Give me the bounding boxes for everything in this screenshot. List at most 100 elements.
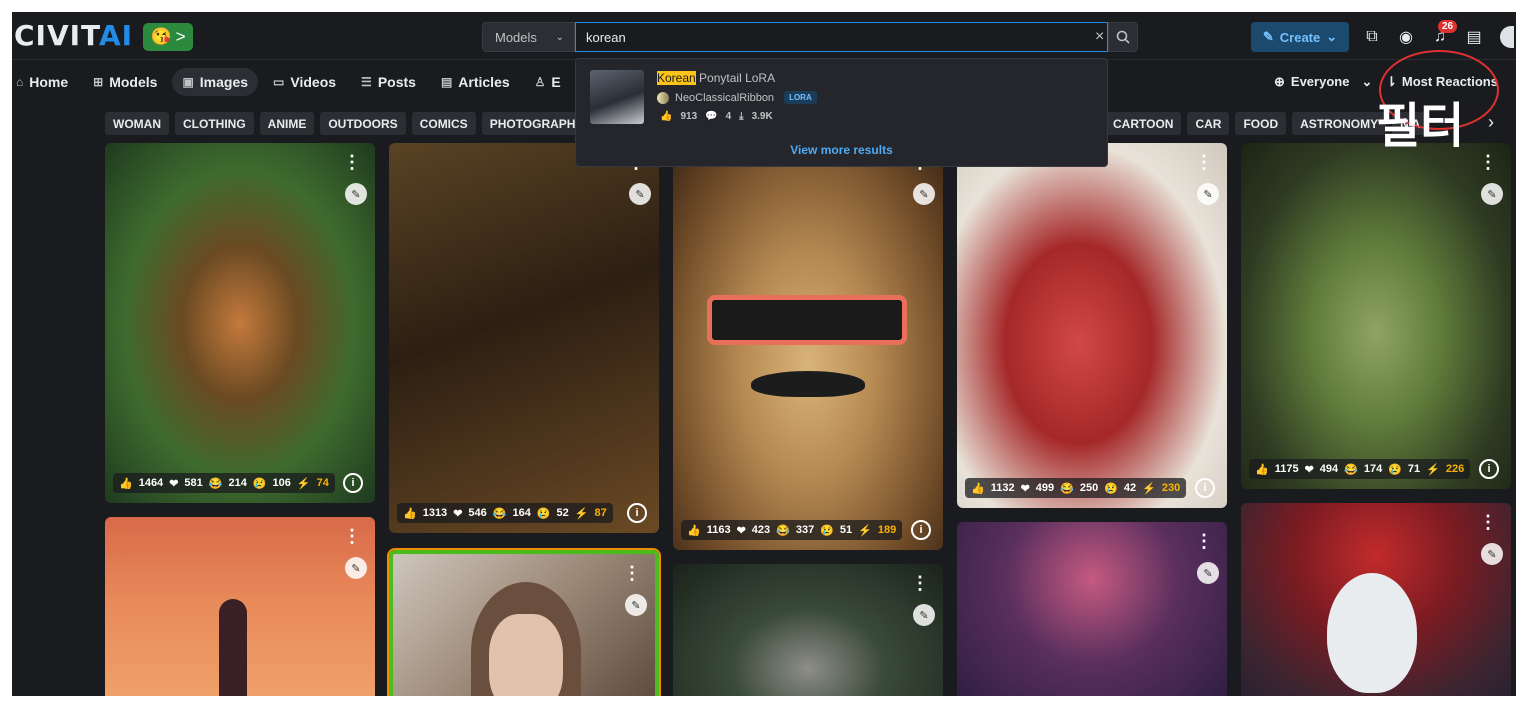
clear-search-icon[interactable]: × [1095, 28, 1104, 46]
search-input[interactable] [575, 22, 1108, 52]
result-title[interactable]: Korean Ponytail LoRA [657, 71, 775, 85]
civitai-logo[interactable]: CIVITAI [14, 21, 133, 51]
remix-icon[interactable]: ✎ [345, 183, 367, 205]
tag-chip[interactable]: FOOD [1235, 112, 1287, 135]
more-options-icon[interactable]: ⋮ [1479, 513, 1497, 531]
like-icon: 👍 [119, 477, 133, 490]
face-emoji-icon: 😘 [150, 27, 172, 46]
tag-chip[interactable]: OUTDOORS [320, 112, 406, 135]
remix-icon[interactable]: ✎ [1197, 562, 1219, 584]
result-thumbnail[interactable] [590, 70, 644, 124]
search-type-select[interactable]: Models ⌄ [482, 22, 575, 52]
remix-icon[interactable]: ✎ [913, 183, 935, 205]
avatar[interactable] [1500, 26, 1514, 48]
tag-chip[interactable]: ANIME [259, 112, 315, 135]
remix-icon[interactable]: ✎ [1481, 183, 1503, 205]
remix-icon[interactable]: ✎ [345, 557, 367, 579]
reaction-bar: 👍 1313 ❤ 546 😂 164 😢 52 ⚡ 87 [397, 503, 613, 523]
buzz-icon: ⚡ [858, 524, 872, 537]
chat-icon[interactable]: ▤ [1463, 26, 1485, 48]
like-icon: 👍 [971, 482, 985, 495]
info-icon[interactable]: i [1195, 478, 1215, 498]
generate-screen-icon[interactable]: ⧉ [1361, 26, 1383, 48]
reaction-bar: 👍 1464 ❤ 581 😂 214 😢 106 ⚡ 74 [113, 473, 335, 493]
tag-chip[interactable]: CLOTHING [175, 112, 254, 135]
image-card-kimono[interactable]: ⋮ ✎ 👍1313 ❤546 😂164 😢52 ⚡87 i [389, 143, 659, 533]
view-more-results-link[interactable]: View more results [576, 143, 1107, 157]
eye-icon[interactable]: ◉ [1395, 26, 1417, 48]
buzz-icon: ⚡ [296, 477, 311, 490]
nav-models[interactable]: ⊞ Models [83, 68, 167, 96]
buzz-icon: ⚡ [1426, 463, 1440, 476]
create-button[interactable]: ✎ Create ⌄ [1251, 22, 1349, 52]
image-card-seagull[interactable]: ⋮ ✎ [1241, 503, 1511, 696]
more-options-icon[interactable]: ⋮ [343, 153, 361, 171]
remix-icon[interactable]: ✎ [629, 183, 651, 205]
image-card-deer[interactable]: ⋮ ✎ 👍 1464 ❤ 581 😂 214 😢 106 ⚡ 74 i [105, 143, 375, 503]
comment-icon: 💬 [705, 111, 718, 122]
home-icon: ⌂ [16, 75, 24, 89]
tag-chip[interactable]: WOMAN [105, 112, 169, 135]
cry-icon: 😢 [1388, 463, 1402, 476]
image-card-strawberry-cat[interactable]: ⋮ ✎ 👍 1132 ❤ 499 😂 250 😢 42 ⚡ 230 i [957, 143, 1227, 508]
laugh-icon: 😂 [492, 507, 507, 520]
more-options-icon[interactable]: ⋮ [343, 527, 361, 545]
user-avatar [657, 91, 669, 104]
search-bar: Models ⌄ × [482, 22, 1138, 52]
result-user: NeoClassicalRibbon LORA [657, 91, 817, 104]
heart-icon: ❤ [736, 524, 746, 537]
heart-icon: ❤ [1020, 482, 1030, 495]
image-card-spider-gwen[interactable]: ⋮ ✎ [957, 522, 1227, 696]
search-button[interactable] [1108, 22, 1138, 52]
result-stats: 👍 913 💬 4 ⤓ 3.9K [660, 111, 773, 122]
emoji-menu-button[interactable]: 😘 > [143, 23, 193, 51]
info-icon[interactable]: i [1479, 459, 1499, 479]
nav-images[interactable]: ▣ Images [172, 68, 259, 96]
remix-icon[interactable]: ✎ [1197, 183, 1219, 205]
more-options-icon[interactable]: ⋮ [1195, 532, 1213, 550]
image-card-ghost[interactable]: ⋮ ✎ [673, 564, 943, 696]
remix-icon[interactable]: ✎ [625, 594, 647, 616]
nav-videos[interactable]: ▭ Videos [263, 68, 346, 96]
seagull-shape [1327, 573, 1417, 693]
like-icon: 👍 [403, 507, 417, 520]
info-icon[interactable]: i [627, 503, 647, 523]
chevron-down-icon: ⌄ [555, 31, 564, 43]
image-card-silhouette[interactable]: ⋮ ✎ [105, 517, 375, 696]
remix-icon[interactable]: ✎ [1481, 543, 1503, 565]
heart-icon: ❤ [1304, 463, 1314, 476]
nav-articles[interactable]: ▤ Articles [431, 68, 520, 96]
info-icon[interactable]: i [911, 520, 931, 540]
tag-chip[interactable]: CARTOON [1105, 112, 1182, 135]
sunglasses-shape [707, 295, 907, 345]
image-card-toast[interactable]: ⋮ ✎ 👍1163 ❤423 😂337 😢51 ⚡189 i [673, 143, 943, 550]
download-icon: ⤓ [739, 111, 744, 122]
image-card-portrait[interactable]: ⋮ ✎ [389, 550, 659, 696]
image-card-elf-girl[interactable]: ⋮ ✎ 👍 1175 ❤ 494 😂 174 😢 71 ⚡ 226 i [1241, 143, 1511, 489]
nav-bounties[interactable]: ♙ E [525, 68, 571, 96]
cry-icon: 😢 [536, 507, 551, 520]
like-icon: 👍 [687, 524, 701, 537]
more-options-icon[interactable]: ⋮ [623, 564, 641, 582]
remix-icon[interactable]: ✎ [913, 604, 935, 626]
reaction-bar: 👍 1132 ❤ 499 😂 250 😢 42 ⚡ 230 [965, 478, 1187, 498]
more-options-icon[interactable]: ⋮ [1479, 153, 1497, 171]
visibility-filter[interactable]: ⊕ Everyone ⌄ [1274, 74, 1372, 90]
search-results-dropdown: Korean Ponytail LoRA NeoClassicalRibbon … [575, 58, 1108, 167]
chevron-right-icon[interactable]: › [1488, 112, 1494, 133]
like-icon: 👍 [1255, 463, 1269, 476]
tag-chip[interactable]: COMICS [411, 112, 476, 135]
tag-chip[interactable]: CAR [1187, 112, 1230, 135]
more-options-icon[interactable]: ⋮ [911, 574, 929, 592]
nav-posts[interactable]: ☰ Posts [351, 68, 426, 96]
bounties-icon: ♙ [534, 75, 546, 89]
info-icon[interactable]: i [343, 473, 363, 493]
nav-home[interactable]: ⌂ Home [12, 68, 78, 96]
chevron-right-icon: > [175, 27, 186, 46]
model-type-badge: LORA [784, 91, 817, 104]
reaction-bar: 👍 1175 ❤ 494 😂 174 😢 71 ⚡ 226 [1249, 459, 1471, 479]
tag-chip[interactable]: ASTRONOMY [1292, 112, 1387, 135]
laugh-icon: 😂 [1344, 463, 1358, 476]
more-options-icon[interactable]: ⋮ [1195, 153, 1213, 171]
annotation-text: 필터 [1376, 98, 1465, 154]
